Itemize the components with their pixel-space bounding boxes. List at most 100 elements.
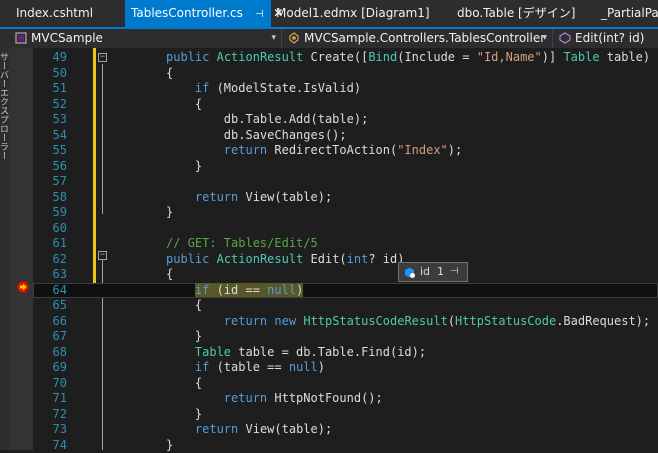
line-number: 53 bbox=[33, 112, 67, 128]
line-number: 64 bbox=[33, 283, 67, 299]
line-number: 63 bbox=[33, 267, 67, 283]
line-number: 72 bbox=[33, 407, 67, 423]
member-name: Edit(int? id) bbox=[575, 31, 644, 45]
csharp-project-icon bbox=[15, 32, 27, 44]
line-number: 59 bbox=[33, 205, 67, 221]
code-text[interactable]: if (id == null) bbox=[166, 283, 303, 299]
code-line-63[interactable]: 63 { bbox=[33, 267, 658, 283]
tab-tablescontroller-cs[interactable]: TablesController.cs ⊣ ✕ bbox=[125, 0, 271, 27]
code-text[interactable]: { bbox=[166, 298, 202, 314]
code-text[interactable]: return new HttpStatusCodeResult(HttpStat… bbox=[166, 314, 650, 330]
code-text[interactable]: } bbox=[166, 205, 173, 221]
code-line-69[interactable]: 69 if (table == null) bbox=[33, 360, 658, 376]
code-line-70[interactable]: 70 { bbox=[33, 376, 658, 392]
code-text[interactable]: } bbox=[166, 329, 202, 345]
code-line-60[interactable]: 60 bbox=[33, 221, 658, 237]
code-line-57[interactable]: 57 bbox=[33, 174, 658, 190]
code-line-51[interactable]: 51 if (ModelState.IsValid) bbox=[33, 81, 658, 97]
code-line-61[interactable]: 61 // GET: Tables/Edit/5 bbox=[33, 236, 658, 252]
code-line-56[interactable]: 56 } bbox=[33, 159, 658, 175]
code-text[interactable]: { bbox=[166, 66, 173, 82]
tab-model1-edmx[interactable]: Model1.edmx [Diagram1] bbox=[270, 0, 442, 27]
class-icon bbox=[288, 32, 300, 44]
code-line-71[interactable]: 71 return HttpNotFound(); bbox=[33, 391, 658, 407]
code-text[interactable]: } bbox=[166, 407, 202, 423]
code-line-55[interactable]: 55 return RedirectToAction("Index"); bbox=[33, 143, 658, 159]
code-line-54[interactable]: 54 db.SaveChanges(); bbox=[33, 128, 658, 144]
code-editor[interactable]: − − 49public ActionResult Create([Bind(I… bbox=[33, 48, 658, 450]
line-number: 60 bbox=[33, 221, 67, 237]
breakpoint-current-statement-icon[interactable] bbox=[17, 281, 29, 293]
code-line-50[interactable]: 50 { bbox=[33, 66, 658, 82]
code-line-59[interactable]: 59} bbox=[33, 205, 658, 221]
code-text[interactable]: return HttpNotFound(); bbox=[166, 391, 383, 407]
line-number: 50 bbox=[33, 66, 67, 82]
code-text[interactable]: db.Table.Add(table); bbox=[166, 112, 368, 128]
variable-icon bbox=[403, 266, 416, 279]
code-line-49[interactable]: 49 public ActionResult Create([Bind(Inclu… bbox=[33, 50, 658, 66]
code-line-68[interactable]: 68 Table table = db.Table.Find(id); bbox=[33, 345, 658, 361]
code-text[interactable]: public ActionResult Edit(int? id) bbox=[166, 252, 404, 268]
pin-icon[interactable]: ⊣ bbox=[450, 263, 459, 281]
code-text[interactable]: public ActionResult Create([Bind(Include… bbox=[166, 50, 650, 66]
code-text[interactable]: // GET: Tables/Edit/5 bbox=[166, 236, 318, 252]
line-number: 55 bbox=[33, 143, 67, 159]
code-line-62[interactable]: 62 public ActionResult Edit(int? id) bbox=[33, 252, 658, 268]
line-number: 69 bbox=[33, 360, 67, 376]
project-dropdown[interactable]: MVCSample ▾ bbox=[10, 29, 282, 48]
navigation-bar: MVCSample ▾ MVCSample.Controllers.Tables… bbox=[0, 29, 658, 49]
line-number: 70 bbox=[33, 376, 67, 392]
line-number: 67 bbox=[33, 329, 67, 345]
code-line-53[interactable]: 53 db.Table.Add(table); bbox=[33, 112, 658, 128]
line-number: 68 bbox=[33, 345, 67, 361]
line-number: 65 bbox=[33, 298, 67, 314]
code-line-58[interactable]: 58 return View(table); bbox=[33, 190, 658, 206]
code-text[interactable]: { bbox=[166, 267, 173, 283]
code-text[interactable]: Table table = db.Table.Find(id); bbox=[166, 345, 426, 361]
code-text[interactable]: db.SaveChanges(); bbox=[166, 128, 347, 144]
code-text[interactable]: if (ModelState.IsValid) bbox=[166, 81, 361, 97]
class-dropdown[interactable]: MVCSample.Controllers.TablesController ▾ bbox=[283, 29, 553, 48]
code-text[interactable]: return View(table); bbox=[166, 190, 332, 206]
tab-partialpage[interactable]: _PartialPag bbox=[595, 0, 658, 27]
code-line-67[interactable]: 67 } bbox=[33, 329, 658, 345]
tab-label: Index.cshtml bbox=[16, 6, 93, 20]
line-number: 49 bbox=[33, 50, 67, 66]
code-line-65[interactable]: 65 { bbox=[33, 298, 658, 314]
datatip-value[interactable]: 1 bbox=[437, 263, 444, 281]
code-line-66[interactable]: 66 return new HttpStatusCodeResult(HttpS… bbox=[33, 314, 658, 330]
line-number: 71 bbox=[33, 391, 67, 407]
indicator-margin[interactable] bbox=[9, 48, 33, 450]
line-number: 51 bbox=[33, 81, 67, 97]
code-text[interactable]: if (table == null) bbox=[166, 360, 325, 376]
line-number: 62 bbox=[33, 252, 67, 268]
line-number: 73 bbox=[33, 422, 67, 438]
tab-index-cshtml[interactable]: Index.cshtml bbox=[10, 0, 122, 27]
pin-icon[interactable]: ⊣ bbox=[255, 9, 264, 20]
code-text[interactable]: { bbox=[166, 376, 202, 392]
code-line-64[interactable]: 64 if (id == null) bbox=[33, 283, 658, 299]
line-number: 61 bbox=[33, 236, 67, 252]
code-text[interactable]: } bbox=[166, 438, 173, 453]
code-text[interactable]: } bbox=[166, 159, 202, 175]
tab-label: dbo.Table [デザイン] bbox=[457, 6, 575, 20]
member-dropdown[interactable]: Edit(int? id) bbox=[554, 29, 658, 48]
code-text[interactable]: { bbox=[166, 97, 202, 113]
code-line-72[interactable]: 72 } bbox=[33, 407, 658, 423]
line-number: 66 bbox=[33, 314, 67, 330]
method-icon bbox=[559, 32, 571, 44]
code-line-74[interactable]: 74} bbox=[33, 438, 658, 453]
datatip-tooltip[interactable]: id 1 ⊣ bbox=[398, 262, 468, 282]
code-line-52[interactable]: 52 { bbox=[33, 97, 658, 113]
tab-dbo-table[interactable]: dbo.Table [デザイン] bbox=[451, 0, 591, 27]
code-line-73[interactable]: 73 return View(table); bbox=[33, 422, 658, 438]
document-tab-strip: Index.cshtml TablesController.cs ⊣ ✕ Mod… bbox=[0, 0, 658, 27]
project-name: MVCSample bbox=[31, 31, 103, 45]
code-text[interactable]: return RedirectToAction("Index"); bbox=[166, 143, 462, 159]
tab-label: _PartialPag bbox=[601, 6, 658, 20]
datatip-name: id bbox=[420, 263, 430, 281]
line-number: 56 bbox=[33, 159, 67, 175]
code-text[interactable]: return View(table); bbox=[166, 422, 332, 438]
line-number: 58 bbox=[33, 190, 67, 206]
tab-label: TablesController.cs bbox=[131, 6, 243, 20]
